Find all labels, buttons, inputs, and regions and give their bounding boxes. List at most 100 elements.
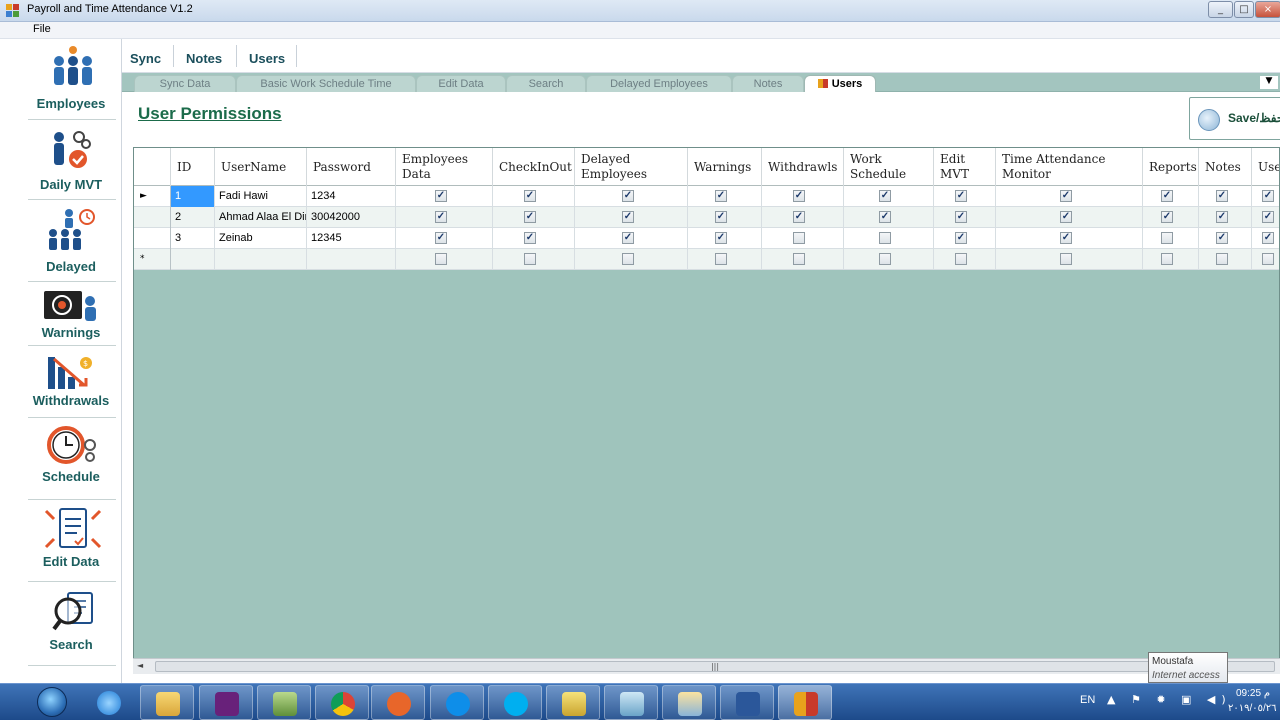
row-header[interactable] bbox=[134, 207, 171, 228]
column-header[interactable]: Password bbox=[307, 148, 396, 186]
close-button[interactable]: × bbox=[1255, 1, 1280, 18]
sidebar-item-withdrawals[interactable]: $ Withdrawals bbox=[0, 347, 117, 417]
table-row[interactable]: ► 1 Fadi Hawi 1234 ✓ ✓ ✓ ✓ ✓ ✓ ✓ ✓ ✓ ✓ ✓ bbox=[134, 186, 1279, 207]
taskbar-database[interactable] bbox=[546, 685, 600, 720]
permission-checkbox[interactable]: ✓ bbox=[955, 190, 967, 202]
taskbar-paint[interactable] bbox=[662, 685, 716, 720]
permission-checkbox[interactable]: ✓ bbox=[715, 190, 727, 202]
permission-checkbox[interactable]: ✓ bbox=[715, 232, 727, 244]
permission-checkbox[interactable]: ✓ bbox=[879, 211, 891, 223]
new-row[interactable]: * bbox=[134, 249, 1279, 270]
cell-username[interactable]: Zeinab bbox=[215, 228, 307, 249]
permission-checkbox[interactable]: ✓ bbox=[1262, 190, 1274, 202]
permission-checkbox[interactable] bbox=[622, 253, 634, 265]
column-header[interactable]: Warnings bbox=[688, 148, 762, 186]
column-header[interactable]: UserName bbox=[215, 148, 307, 186]
ribbon-tab-users[interactable]: Users bbox=[249, 51, 285, 66]
permission-checkbox[interactable] bbox=[793, 253, 805, 265]
permission-checkbox[interactable]: ✓ bbox=[1060, 232, 1072, 244]
table-row[interactable]: 2 Ahmad Alaa El Din 30042000 ✓ ✓ ✓ ✓ ✓ ✓ ✓ ✓ ✓ ✓ ✓ bbox=[134, 207, 1279, 228]
permission-checkbox[interactable]: ✓ bbox=[622, 211, 634, 223]
permission-checkbox[interactable] bbox=[1262, 253, 1274, 265]
table-row[interactable]: 3 Zeinab 12345 ✓ ✓ ✓ ✓ ✓ ✓ ✓ ✓ bbox=[134, 228, 1279, 249]
title-bar[interactable]: Payroll and Time Attendance V1.2 _ □ × bbox=[0, 0, 1280, 22]
sidebar-item-search[interactable]: Search bbox=[0, 583, 117, 663]
permission-checkbox[interactable]: ✓ bbox=[1216, 211, 1228, 223]
cell-password[interactable]: 12345 bbox=[307, 228, 396, 249]
permission-checkbox[interactable]: ✓ bbox=[622, 190, 634, 202]
tab-basic-work-schedule-time[interactable]: Basic Work Schedule Time bbox=[236, 75, 416, 92]
permission-checkbox[interactable]: ✓ bbox=[435, 232, 447, 244]
tab-users[interactable]: Users bbox=[804, 75, 876, 92]
start-button[interactable] bbox=[30, 684, 70, 721]
permission-checkbox[interactable] bbox=[955, 253, 967, 265]
cell-id[interactable]: 1 bbox=[171, 186, 215, 207]
column-header[interactable]: Work Schedule bbox=[844, 148, 934, 186]
permission-checkbox[interactable]: ✓ bbox=[1216, 190, 1228, 202]
column-header[interactable]: CheckInOut bbox=[493, 148, 575, 186]
sidebar-item-warnings[interactable]: Warnings bbox=[0, 283, 117, 345]
permission-checkbox[interactable]: ✓ bbox=[1262, 232, 1274, 244]
taskbar-app[interactable] bbox=[604, 685, 658, 720]
sidebar-item-schedule[interactable]: Schedule bbox=[0, 419, 117, 499]
permission-checkbox[interactable] bbox=[1060, 253, 1072, 265]
language-indicator[interactable]: EN bbox=[1080, 694, 1095, 706]
save-button[interactable]: Save/حفظ bbox=[1189, 97, 1280, 140]
permission-checkbox[interactable]: ✓ bbox=[524, 190, 536, 202]
permission-checkbox[interactable] bbox=[1161, 232, 1173, 244]
column-header[interactable]: Notes bbox=[1199, 148, 1252, 186]
cell-username[interactable]: Fadi Hawi bbox=[215, 186, 307, 207]
column-header[interactable]: Delayed Employees bbox=[575, 148, 688, 186]
maximize-button[interactable]: □ bbox=[1234, 1, 1254, 18]
clock-date[interactable]: ٢٠١٩/٠٥/٢٦ bbox=[1228, 703, 1277, 714]
column-header[interactable]: Withdrawls bbox=[762, 148, 844, 186]
permission-checkbox[interactable]: ✓ bbox=[524, 232, 536, 244]
ribbon-tab-sync[interactable]: Sync bbox=[130, 51, 161, 66]
permission-checkbox[interactable] bbox=[879, 253, 891, 265]
permission-checkbox[interactable] bbox=[879, 232, 891, 244]
permission-checkbox[interactable]: ✓ bbox=[1216, 232, 1228, 244]
tab-notes[interactable]: Notes bbox=[732, 75, 804, 92]
ribbon-tab-notes[interactable]: Notes bbox=[186, 51, 222, 66]
tab-search[interactable]: Search bbox=[506, 75, 586, 92]
tab-edit-data[interactable]: Edit Data bbox=[416, 75, 506, 92]
permission-checkbox[interactable]: ✓ bbox=[1161, 190, 1173, 202]
scrollbar-thumb[interactable]: ||| bbox=[155, 661, 1275, 672]
cell-id[interactable]: 3 bbox=[171, 228, 215, 249]
taskbar-skype[interactable] bbox=[488, 685, 542, 720]
column-header[interactable]: Reports bbox=[1143, 148, 1199, 186]
grid-corner[interactable] bbox=[134, 148, 171, 186]
permission-checkbox[interactable]: ✓ bbox=[955, 211, 967, 223]
taskbar-word[interactable] bbox=[720, 685, 774, 720]
permission-checkbox[interactable]: ✓ bbox=[435, 211, 447, 223]
sidebar-item-daily-mvt[interactable]: Daily MVT bbox=[0, 121, 117, 199]
cell-password[interactable]: 30042000 bbox=[307, 207, 396, 228]
minimize-button[interactable]: _ bbox=[1208, 1, 1233, 18]
taskbar-explorer[interactable] bbox=[140, 685, 194, 720]
taskbar-chrome[interactable] bbox=[315, 685, 369, 720]
taskbar-tool[interactable] bbox=[257, 685, 311, 720]
column-header[interactable]: ID bbox=[171, 148, 215, 186]
permission-checkbox[interactable]: ✓ bbox=[1262, 211, 1274, 223]
taskbar-ie[interactable] bbox=[82, 685, 136, 720]
cell-id[interactable]: 2 bbox=[171, 207, 215, 228]
scroll-left-icon[interactable]: ◄ bbox=[137, 661, 143, 670]
row-header[interactable] bbox=[134, 228, 171, 249]
permission-checkbox[interactable] bbox=[1161, 253, 1173, 265]
permission-checkbox[interactable]: ✓ bbox=[1060, 190, 1072, 202]
permission-checkbox[interactable]: ✓ bbox=[1060, 211, 1072, 223]
permission-checkbox[interactable] bbox=[435, 253, 447, 265]
permission-checkbox[interactable] bbox=[715, 253, 727, 265]
permission-checkbox[interactable]: ✓ bbox=[793, 190, 805, 202]
cell-username[interactable] bbox=[215, 249, 307, 270]
taskbar-visual-studio[interactable] bbox=[199, 685, 253, 720]
permission-checkbox[interactable] bbox=[524, 253, 536, 265]
cell-password[interactable] bbox=[307, 249, 396, 270]
menu-file[interactable]: File bbox=[33, 23, 51, 35]
taskbar-teamviewer[interactable] bbox=[430, 685, 484, 720]
column-header[interactable]: Time Attendance Monitor bbox=[996, 148, 1143, 186]
clock-time[interactable]: 09:25 م bbox=[1236, 688, 1270, 699]
permission-checkbox[interactable]: ✓ bbox=[1161, 211, 1173, 223]
permission-checkbox[interactable] bbox=[1216, 253, 1228, 265]
row-header[interactable]: * bbox=[134, 249, 171, 270]
